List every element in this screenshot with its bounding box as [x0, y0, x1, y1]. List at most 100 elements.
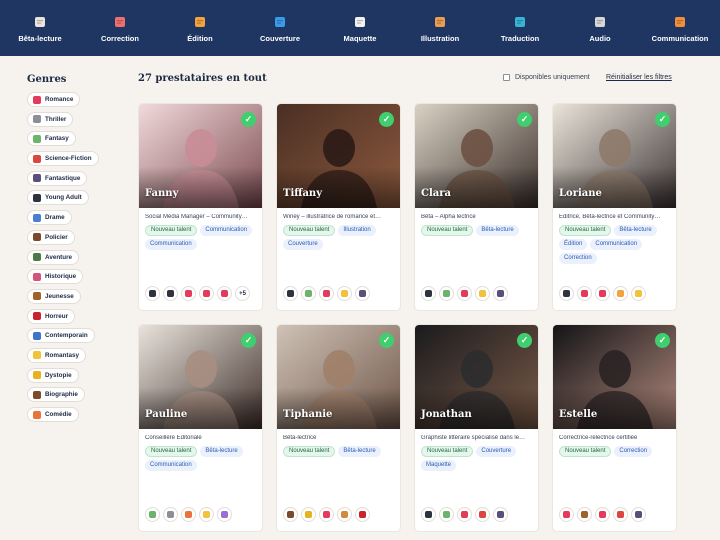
- nav-item-7[interactable]: Audio: [560, 0, 640, 56]
- provider-photo: ✓ Estelle: [553, 325, 676, 429]
- writing-hand-icon: [191, 14, 209, 30]
- drop-icon: [33, 312, 41, 321]
- genre-icon: [337, 507, 352, 522]
- genre-chip-0[interactable]: Romance: [27, 92, 81, 107]
- new-talent-badge: Nouveau talent: [283, 225, 336, 236]
- new-talent-badge: Nouveau talent: [559, 225, 612, 236]
- genre-chip-16[interactable]: Comédie: [27, 407, 79, 422]
- genre-icon: [421, 507, 436, 522]
- provider-card[interactable]: ✓ Fanny Social Média Manager – Community… N…: [138, 103, 263, 311]
- genre-icons-row: +5: [145, 286, 250, 301]
- genre-label: Historique: [45, 273, 77, 281]
- category-nav: Bêta-lecture Correction Édition Couverture M…: [0, 0, 720, 56]
- verified-check-icon: ✓: [241, 112, 256, 127]
- genre-label: Horreur: [45, 312, 69, 320]
- genre-chip-2[interactable]: Fantasy: [27, 131, 76, 147]
- service-tag: Bêta-lecture: [476, 225, 519, 236]
- provider-photo: ✓ Clara: [415, 104, 538, 208]
- new-talent-badge: Nouveau talent: [421, 225, 474, 236]
- service-tags: Nouveau talent Couverture Maquette: [421, 446, 536, 471]
- genre-icons-row: [283, 507, 370, 522]
- genre-chip-11[interactable]: Horreur: [27, 308, 76, 324]
- genre-icon: [577, 507, 592, 522]
- service-tag: Illustration: [338, 225, 376, 236]
- results-count-title: 27 prestataires en tout: [138, 73, 267, 84]
- genre-icon: [319, 507, 334, 522]
- genre-icon: [595, 507, 610, 522]
- laugh-icon: [33, 410, 41, 419]
- genre-chip-7[interactable]: Policier: [27, 229, 75, 245]
- service-tag: Bêta-lecture: [614, 225, 657, 236]
- verified-check-icon: ✓: [241, 333, 256, 348]
- genre-icon: [457, 286, 472, 301]
- nav-item-2[interactable]: Édition: [160, 0, 240, 56]
- nav-item-8[interactable]: Communication: [640, 0, 720, 56]
- service-tag: Correction: [559, 253, 597, 264]
- genres-title: Genres: [27, 74, 67, 85]
- megaphone-icon: [671, 14, 689, 30]
- city-icon: [33, 331, 41, 340]
- genre-icon: [493, 286, 508, 301]
- genre-icons-row: [421, 286, 508, 301]
- nav-item-1[interactable]: Correction: [80, 0, 160, 56]
- genre-label: Comédie: [45, 411, 72, 418]
- sparkle-moon-icon: [33, 351, 41, 360]
- genre-icon: [217, 286, 232, 301]
- teddy-icon: [33, 292, 41, 301]
- provider-card[interactable]: ✓ Clara Bêta – Alpha lectrice Nouveau talen…: [414, 103, 539, 311]
- provider-description: Winey – illustratrice de romance et…: [283, 214, 382, 220]
- service-tag: Communication: [590, 239, 643, 250]
- nav-item-3[interactable]: Couverture: [240, 0, 320, 56]
- nav-item-6[interactable]: Traduction: [480, 0, 560, 56]
- genre-chip-15[interactable]: Biographie: [27, 387, 85, 403]
- genre-chip-13[interactable]: Romantasy: [27, 347, 86, 363]
- genre-sidebar: Genres Romance Thriller Fantasy Science-Fic…: [27, 74, 117, 427]
- available-only-checkbox[interactable]: [503, 74, 510, 81]
- genre-label: Romantasy: [45, 351, 79, 359]
- book-icon: [271, 14, 289, 30]
- provider-card[interactable]: ✓ Estelle Correctrice-relectrice certifiée…: [552, 324, 677, 532]
- genre-chip-1[interactable]: Thriller: [27, 111, 74, 127]
- service-tags: Nouveau talent Bêta-lecture: [283, 446, 398, 457]
- provider-card[interactable]: ✓ Tiphanie Bêta-lectrice Nouveau talent Bêta…: [276, 324, 401, 532]
- rocket-icon: [33, 154, 41, 163]
- genre-chip-9[interactable]: Historique: [27, 269, 84, 285]
- verified-check-icon: ✓: [379, 333, 394, 348]
- castle-icon: [33, 272, 41, 281]
- genre-chip-3[interactable]: Science-Fiction: [27, 151, 99, 167]
- reset-filters-link[interactable]: Réinitialiser les filtres: [606, 74, 672, 81]
- genre-chip-14[interactable]: Dystopie: [27, 367, 79, 383]
- genre-chip-5[interactable]: Young Adult: [27, 190, 89, 206]
- genre-icons-row: [145, 507, 232, 522]
- provider-photo: ✓ Fanny: [139, 104, 262, 208]
- genre-chip-4[interactable]: Fantastique: [27, 170, 88, 186]
- provider-name: Jonathan: [421, 409, 472, 420]
- genre-chip-6[interactable]: Drame: [27, 210, 72, 226]
- service-tags: Nouveau talent Communication Communication: [145, 225, 260, 250]
- available-only-filter[interactable]: Disponibles uniquement: [503, 74, 590, 81]
- provider-card[interactable]: ✓ Loriane Éditrice, Bêta-lectrice et Commu…: [552, 103, 677, 311]
- genre-icons-row: [283, 286, 370, 301]
- provider-photo: ✓ Pauline: [139, 325, 262, 429]
- genre-icon: [631, 286, 646, 301]
- service-tag: Communication: [145, 460, 197, 471]
- genre-icon: [457, 507, 472, 522]
- nav-item-4[interactable]: Maquette: [320, 0, 400, 56]
- genre-chip-12[interactable]: Contemporain: [27, 328, 95, 344]
- nav-item-5[interactable]: Illustration: [400, 0, 480, 56]
- provider-card[interactable]: ✓ Pauline Conseillère Éditoriale Nouveau ta…: [138, 324, 263, 532]
- genre-label: Thriller: [45, 115, 67, 123]
- provider-card[interactable]: ✓ Tiffany Winey – illustratrice de romance…: [276, 103, 401, 311]
- genre-icon: [145, 507, 160, 522]
- genre-icon: [559, 507, 574, 522]
- provider-name: Loriane: [559, 188, 602, 199]
- nav-label: Illustration: [420, 33, 460, 43]
- nav-item-0[interactable]: Bêta-lecture: [0, 0, 80, 56]
- genre-chip-10[interactable]: Jeunesse: [27, 288, 81, 304]
- genre-icon: [493, 507, 508, 522]
- provider-name: Clara: [421, 188, 451, 199]
- mountain-icon: [33, 253, 41, 261]
- genre-icon: [475, 286, 490, 301]
- genre-chip-8[interactable]: Aventure: [27, 249, 80, 265]
- provider-card[interactable]: ✓ Jonathan Graphiste littéraire spécialisé…: [414, 324, 539, 532]
